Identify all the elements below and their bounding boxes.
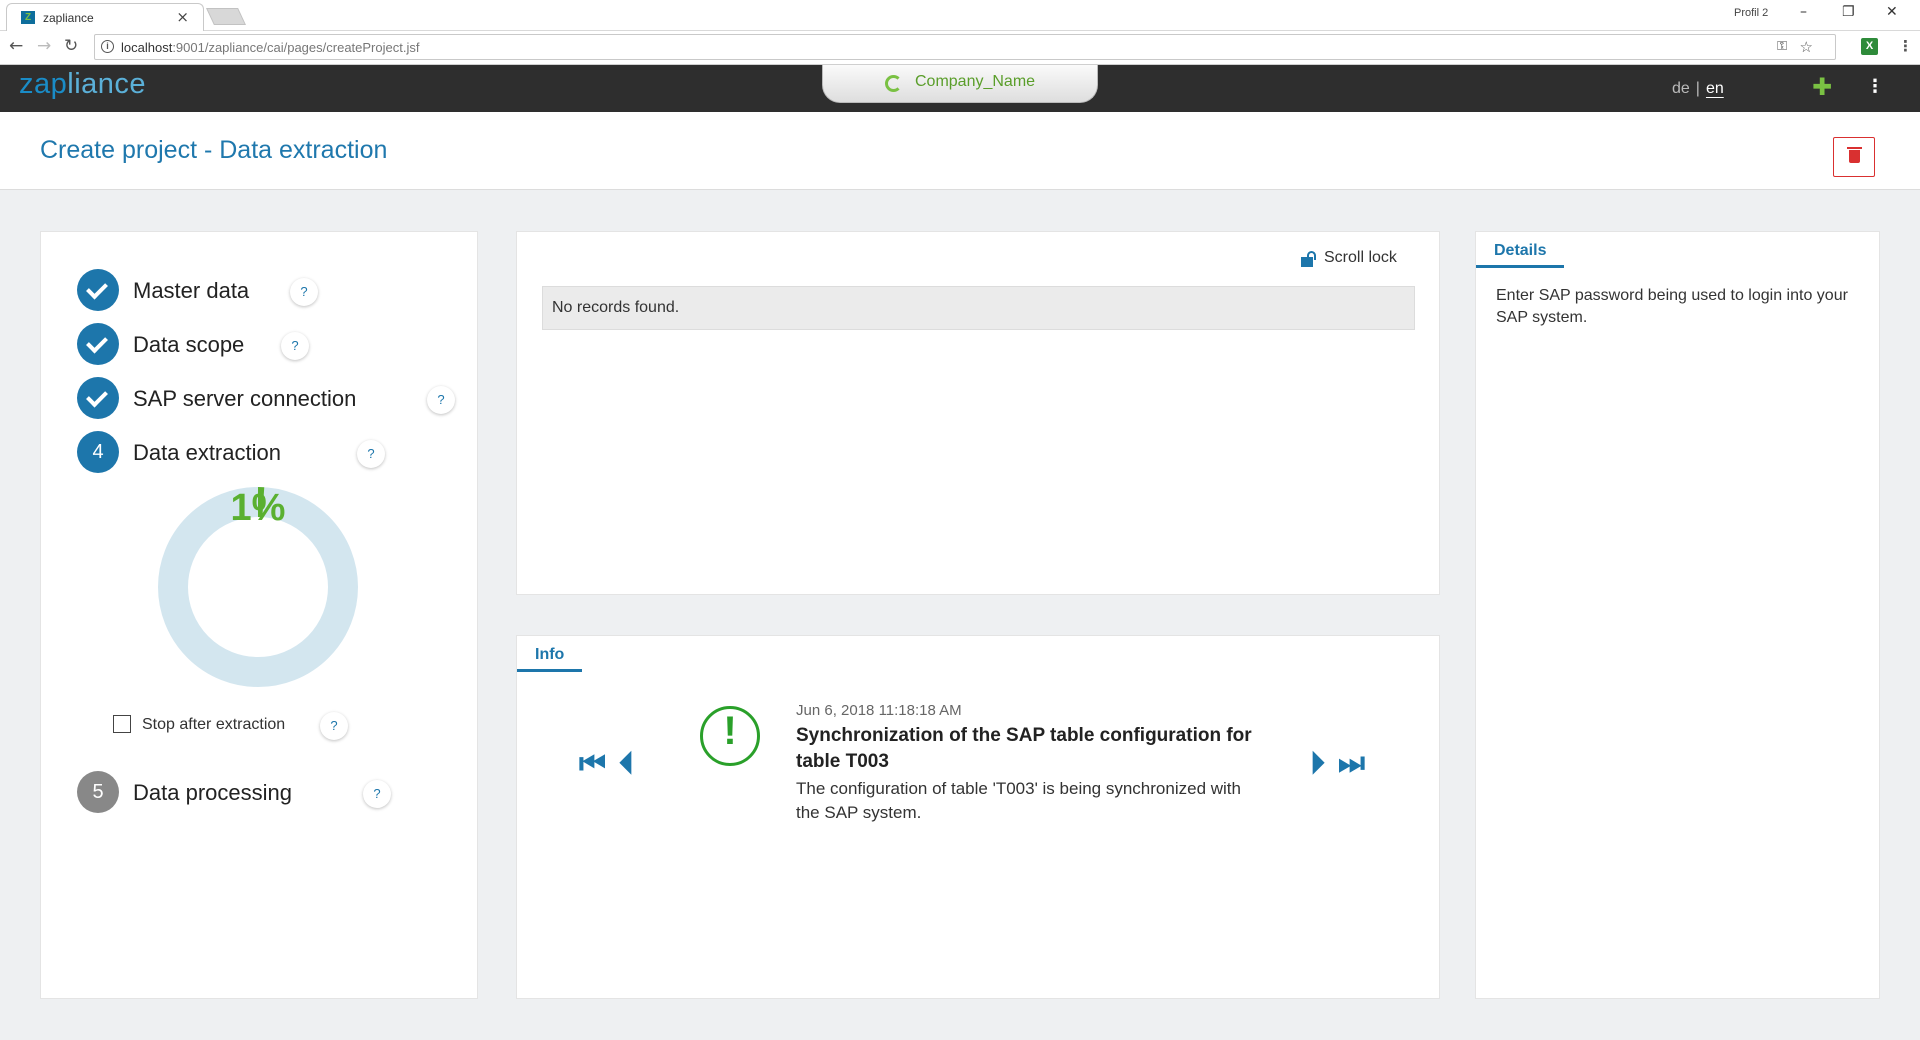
lang-en-link[interactable]: en (1706, 80, 1724, 97)
tab-close-icon[interactable]: × (176, 8, 189, 26)
steps-panel: Master data ? Data scope ? SAP server co… (40, 231, 478, 999)
tab-details[interactable]: Details (1476, 232, 1565, 268)
url-text: localhost:9001/zapliance/cai/pages/creat… (121, 40, 420, 55)
step-label: Data extraction (133, 440, 281, 465)
browser-tab-title: zapliance (43, 11, 94, 25)
info-title: Synchronization of the SAP table configu… (796, 725, 1252, 772)
lang-de-link[interactable]: de (1672, 80, 1690, 97)
info-panel: Info ⏮ ⏴ ! Jun 6, 2018 11:18:18 AM Synch… (516, 635, 1440, 999)
new-tab-button[interactable] (206, 8, 246, 25)
details-text: Enter SAP password being used to login i… (1496, 287, 1848, 326)
step-label: SAP server connection (133, 386, 357, 411)
tab-info-label: Info (535, 646, 565, 663)
key-icon[interactable]: ⚿ (1777, 39, 1787, 54)
tab-details-label: Details (1494, 242, 1547, 259)
window-close-icon[interactable]: ✕ (1886, 4, 1898, 20)
help-icon[interactable]: ? (281, 332, 309, 360)
step-label: Data scope (133, 332, 245, 357)
company-selector[interactable]: Company_Name (822, 65, 1098, 103)
empty-message: No records found. (552, 299, 680, 316)
log-empty-row: No records found. (542, 286, 1415, 330)
stop-after-extraction-label: Stop after extraction (142, 716, 286, 733)
minimize-icon[interactable]: – (1800, 4, 1807, 20)
info-description: The configuration of table 'T003' is bei… (796, 779, 1241, 822)
site-info-icon[interactable]: i (101, 40, 114, 53)
stop-after-extraction-checkbox[interactable] (113, 715, 131, 733)
first-icon[interactable]: ⏮ (579, 746, 606, 781)
previous-icon[interactable]: ⏴ (619, 746, 634, 781)
step-label: Data processing (133, 780, 292, 805)
plus-icon[interactable]: ✚ (1812, 73, 1832, 101)
step-number: 5 (77, 771, 119, 813)
next-icon[interactable]: ⏵ (1310, 746, 1325, 781)
unlock-icon (1301, 251, 1317, 267)
reload-icon[interactable]: ↻ (64, 36, 78, 56)
address-bar-row: ← → ↻ i localhost:9001/zapliance/cai/pag… (0, 31, 1920, 65)
help-icon[interactable]: ? (363, 780, 391, 808)
exclamation-circle-icon: ! (700, 706, 760, 766)
zapliance-favicon-icon: Z (21, 11, 35, 24)
extension-icon[interactable]: X (1861, 38, 1878, 55)
check-icon (77, 377, 119, 419)
details-panel: Details Enter SAP password being used to… (1475, 231, 1880, 999)
app-header: zapliance Company_Name de | en ✚ ⋮ (0, 65, 1920, 112)
help-icon[interactable]: ? (320, 712, 348, 740)
trash-icon (1847, 147, 1862, 163)
restore-icon[interactable]: ❐ (1842, 4, 1855, 20)
help-icon[interactable]: ? (427, 386, 455, 414)
bookmark-star-icon[interactable]: ☆ (1800, 38, 1813, 56)
help-icon[interactable]: ? (357, 440, 385, 468)
kebab-menu-icon[interactable]: ⋮ (1866, 76, 1884, 97)
tab-info[interactable]: Info (517, 636, 583, 672)
company-name: Company_Name (915, 73, 1036, 90)
forward-icon[interactable]: → (37, 36, 51, 56)
browser-menu-icon[interactable]: ⋮ (1898, 37, 1913, 55)
step-label: Master data (133, 278, 250, 303)
last-icon[interactable]: ⏭ (1338, 746, 1365, 781)
page-header: Create project - Data extraction (0, 112, 1920, 190)
help-icon[interactable]: ? (290, 278, 318, 306)
browser-tab[interactable]: Z zapliance × (6, 3, 204, 31)
browser-tab-bar: Z zapliance × Profil 2 – ❐ ✕ (0, 0, 1920, 31)
step-number: 4 (77, 431, 119, 473)
lang-separator: | (1695, 80, 1700, 97)
zapliance-logo[interactable]: zapliance (19, 68, 146, 101)
log-panel: Scroll lock No records found. (516, 231, 1440, 595)
page-title: Create project - Data extraction (40, 136, 388, 164)
check-icon (77, 323, 119, 365)
delete-project-button[interactable] (1833, 137, 1875, 177)
info-timestamp: Jun 6, 2018 11:18:18 AM (796, 702, 962, 719)
language-switch: de | en (1672, 80, 1724, 98)
back-icon[interactable]: ← (9, 36, 23, 56)
company-icon (885, 75, 902, 92)
progress-percent: 1% (230, 487, 286, 529)
url-input[interactable]: i localhost:9001/zapliance/cai/pages/cre… (94, 34, 1836, 60)
extraction-progress-ring: 1% (158, 487, 358, 687)
profile-label[interactable]: Profil 2 (1734, 7, 1768, 19)
scroll-lock-label: Scroll lock (1324, 249, 1397, 266)
check-icon (77, 269, 119, 311)
